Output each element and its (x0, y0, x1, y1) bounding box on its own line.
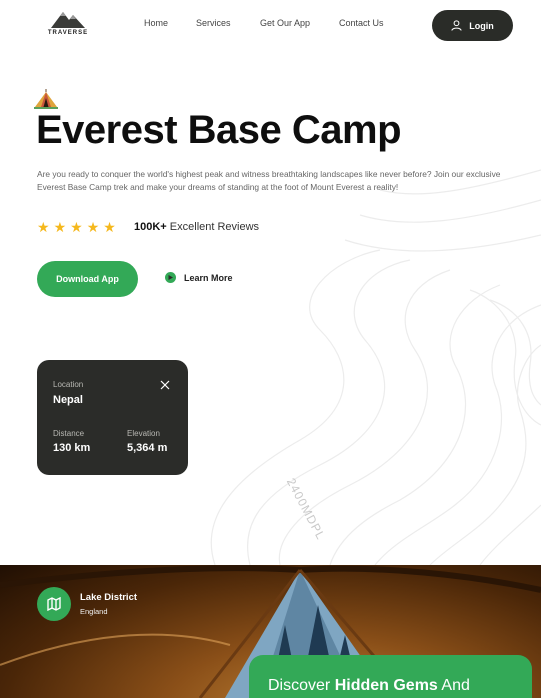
reviews-label: Excellent Reviews (169, 221, 260, 233)
login-button[interactable]: Login (432, 10, 513, 41)
learn-more-label: Learn More (184, 272, 233, 283)
location-value: Nepal (53, 394, 83, 406)
mountain-logo-icon (51, 12, 85, 28)
map-icon (47, 597, 61, 611)
distance-label: Distance (53, 429, 85, 438)
login-label: Login (469, 20, 494, 31)
close-icon[interactable] (159, 379, 171, 391)
elevation-label: Elevation (127, 429, 160, 438)
star-icon: ★ (103, 219, 116, 235)
play-icon (165, 272, 176, 283)
brand-logo[interactable]: TRAVERSE (46, 10, 90, 38)
hero-title: Everest Base Camp (36, 108, 402, 152)
elevation-value: 5,364 m (127, 442, 168, 454)
brand-name: TRAVERSE (47, 30, 89, 36)
contour-elevation-label: 2400MDPL (283, 475, 329, 543)
discover-suffix: And (437, 677, 470, 694)
camp-tent-icon (34, 89, 58, 109)
download-app-button[interactable]: Download App (37, 261, 138, 297)
discover-heading: Discover Hidden Gems And (268, 677, 470, 695)
hero-description: Are you ready to conquer the world's hig… (37, 169, 501, 192)
star-icon: ★ (37, 219, 50, 235)
rating-stars: ★ ★ ★ ★ ★ (37, 220, 116, 234)
location-info-card: Location Nepal Distance 130 km Elevation… (37, 360, 188, 475)
feature-location-subtitle: England (80, 607, 108, 616)
location-badge[interactable] (37, 587, 71, 621)
discover-bold: Hidden Gems (334, 677, 438, 694)
star-icon: ★ (86, 219, 100, 235)
star-icon: ★ (70, 219, 83, 235)
user-icon (451, 20, 462, 31)
location-label: Location (53, 380, 84, 389)
reviews-summary: 100K+ Excellent Reviews (134, 221, 259, 233)
nav-link-contact-us[interactable]: Contact Us (339, 18, 384, 28)
site-header: TRAVERSE Home Services Get Our App Conta… (0, 0, 541, 50)
distance-value: 130 km (53, 442, 91, 454)
learn-more-link[interactable]: Learn More (165, 272, 233, 283)
feature-location-title: Lake District (80, 592, 138, 603)
star-icon: ★ (53, 219, 67, 235)
nav-link-get-our-app[interactable]: Get Our App (260, 18, 310, 28)
discover-prefix: Discover (268, 677, 335, 694)
nav-link-services[interactable]: Services (196, 18, 231, 28)
discover-panel: Discover Hidden Gems And (249, 655, 532, 698)
reviews-count: 100K+ (134, 221, 167, 233)
nav-link-home[interactable]: Home (144, 18, 168, 28)
